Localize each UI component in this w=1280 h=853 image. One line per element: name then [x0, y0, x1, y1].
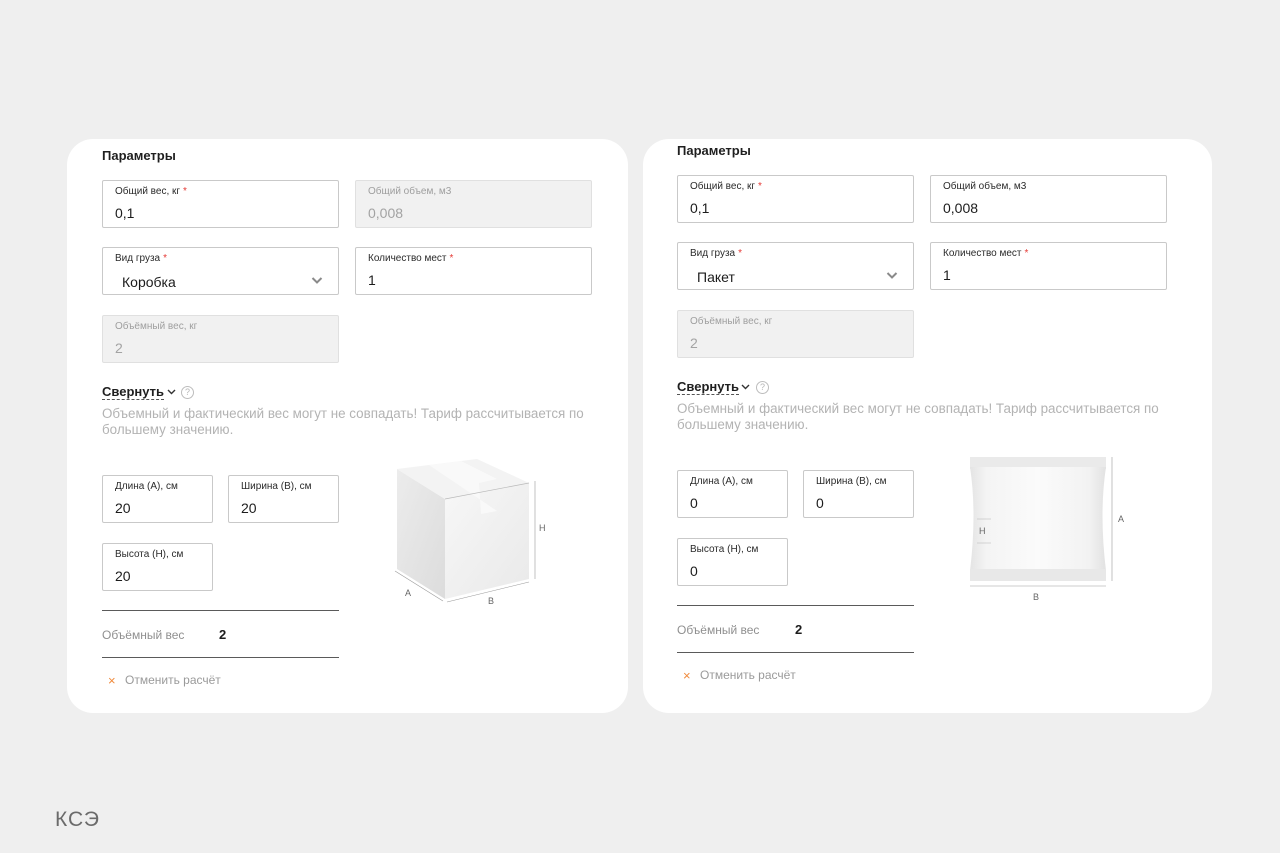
total-weight-label: Общий вес, кг — [115, 186, 181, 197]
volume-weight-label: Объёмный вес — [102, 628, 185, 642]
places-count-field[interactable]: Количество мест * 1 — [930, 242, 1167, 290]
total-weight-field[interactable]: Общий вес, кг * 0,1 — [102, 180, 339, 228]
volume-weight-field: Объёмный вес, кг 2 — [102, 315, 339, 363]
brand-logo: КСЭ — [55, 808, 101, 831]
parameters-card-box: Параметры Общий вес, кг * 0,1 Общий объем… — [67, 139, 628, 713]
box-icon: H A B — [394, 459, 546, 606]
cancel-calculation-link[interactable]: Отменить расчёт — [125, 673, 221, 687]
required-mark: * — [758, 181, 762, 192]
height-field[interactable]: Высота (Н), см 0 — [677, 538, 788, 586]
height-label: Высота (Н), см — [115, 549, 184, 560]
length-field[interactable]: Длина (А), см 20 — [102, 475, 213, 523]
places-count-field[interactable]: Количество мест * 1 — [355, 247, 592, 295]
total-weight-label: Общий вес, кг — [690, 181, 756, 192]
volume-weight-value: 2 — [795, 622, 803, 637]
help-icon[interactable]: ? — [181, 386, 194, 399]
height-value: 20 — [115, 568, 131, 584]
cargo-type-select[interactable]: Вид груза * Пакет — [677, 242, 914, 290]
cargo-type-label: Вид груза — [115, 253, 161, 264]
length-label: Длина (А), см — [690, 476, 753, 487]
dim-a-label: A — [1118, 514, 1124, 524]
weight-note: Объемный и фактический вес могут не совп… — [677, 401, 1159, 432]
chevron-down-icon[interactable] — [741, 384, 750, 390]
width-field[interactable]: Ширина (В), см 0 — [803, 470, 914, 518]
parameters-card-package: Параметры Общий вес, кг * 0,1 Общий объем… — [643, 139, 1212, 713]
length-value: 20 — [115, 500, 131, 516]
volume-weight-field-value: 2 — [115, 340, 123, 356]
close-icon[interactable]: × — [108, 674, 116, 687]
dim-h-label: H — [539, 523, 546, 533]
length-value: 0 — [690, 495, 698, 511]
cargo-type-select[interactable]: Вид груза * Коробка — [102, 247, 339, 295]
total-volume-field[interactable]: Общий объем, м3 0,008 — [930, 175, 1167, 223]
places-count-label: Количество мест — [368, 253, 447, 264]
cargo-type-value: Пакет — [697, 269, 735, 285]
required-mark: * — [738, 248, 743, 259]
width-label: Ширина (В), см — [816, 476, 887, 487]
volume-weight-field-label: Объёмный вес, кг — [690, 316, 773, 327]
width-value: 0 — [816, 495, 824, 511]
total-volume-field: Общий объем, м3 0,008 — [355, 180, 592, 228]
required-mark: * — [449, 253, 454, 264]
divider — [102, 657, 339, 658]
total-weight-value: 0,1 — [115, 205, 135, 221]
length-label: Длина (А), см — [115, 481, 178, 492]
total-volume-label: Общий объем, м3 — [943, 181, 1027, 192]
section-title: Параметры — [677, 143, 751, 158]
length-field[interactable]: Длина (А), см 0 — [677, 470, 788, 518]
dim-b-label: B — [488, 596, 494, 606]
collapse-link[interactable]: Свернуть — [677, 379, 739, 395]
total-volume-value: 0,008 — [943, 200, 979, 216]
package-icon: H A B — [970, 457, 1124, 602]
help-icon[interactable]: ? — [756, 381, 769, 394]
divider — [102, 610, 339, 611]
collapse-link[interactable]: Свернуть — [102, 384, 164, 400]
total-volume-label: Общий объем, м3 — [368, 186, 452, 197]
total-weight-field[interactable]: Общий вес, кг * 0,1 — [677, 175, 914, 223]
section-title: Параметры — [102, 148, 176, 163]
chevron-down-icon[interactable] — [311, 276, 323, 285]
required-mark: * — [163, 253, 168, 264]
required-mark: * — [183, 186, 187, 197]
width-field[interactable]: Ширина (В), см 20 — [228, 475, 339, 523]
volume-weight-field-value: 2 — [690, 335, 698, 351]
total-volume-value: 0,008 — [368, 205, 404, 221]
volume-weight-field: Объёмный вес, кг 2 — [677, 310, 914, 358]
cargo-type-label: Вид груза — [690, 248, 736, 259]
volume-weight-value: 2 — [219, 627, 227, 642]
places-count-value: 1 — [943, 267, 951, 283]
cargo-type-value: Коробка — [122, 274, 176, 290]
cancel-calculation-link[interactable]: Отменить расчёт — [700, 668, 796, 682]
width-label: Ширина (В), см — [241, 481, 312, 492]
divider — [677, 605, 914, 606]
chevron-down-icon[interactable] — [886, 271, 898, 280]
dim-a-label: A — [405, 588, 411, 598]
dim-b-label: B — [1033, 592, 1039, 602]
total-weight-value: 0,1 — [690, 200, 710, 216]
dim-h-label: H — [979, 526, 986, 536]
close-icon[interactable]: × — [683, 669, 691, 682]
width-value: 20 — [241, 500, 257, 516]
required-mark: * — [1024, 248, 1029, 259]
height-field[interactable]: Высота (Н), см 20 — [102, 543, 213, 591]
divider — [677, 652, 914, 653]
volume-weight-field-label: Объёмный вес, кг — [115, 321, 198, 332]
places-count-label: Количество мест — [943, 248, 1022, 259]
height-value: 0 — [690, 563, 698, 579]
volume-weight-label: Объёмный вес — [677, 623, 760, 637]
chevron-down-icon[interactable] — [167, 389, 176, 395]
places-count-value: 1 — [368, 272, 376, 288]
weight-note: Объемный и фактический вес могут не совп… — [102, 406, 584, 437]
height-label: Высота (Н), см — [690, 544, 759, 555]
